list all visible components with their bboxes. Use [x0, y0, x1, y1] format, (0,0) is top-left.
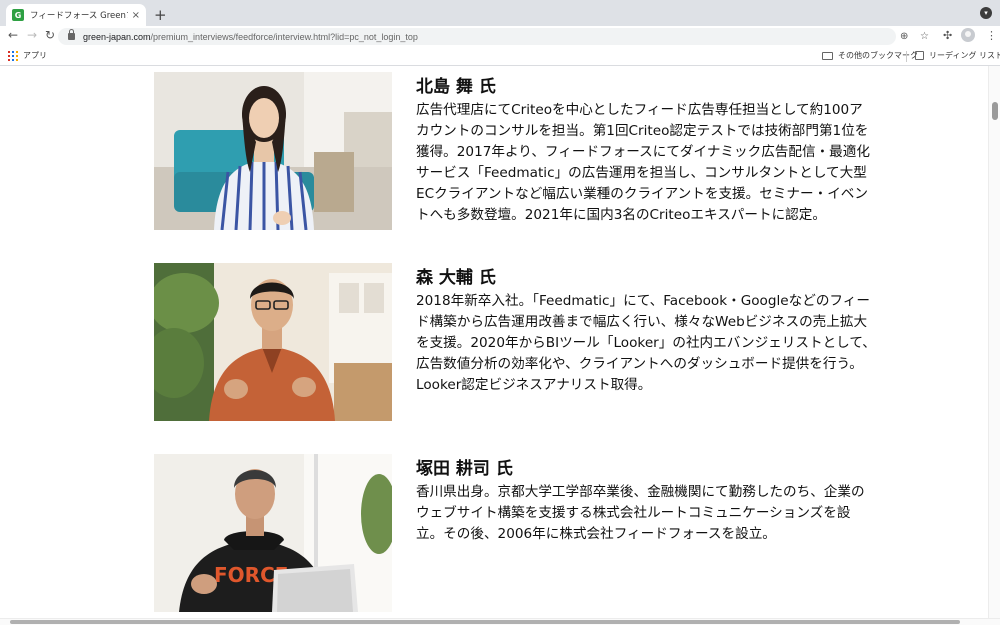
person-bio: 広告代理店にてCriteoを中心としたフィード広告専任担当として約100アカウン… — [416, 102, 870, 223]
bookmarks-divider — [906, 51, 907, 62]
browser-toolbar: ← → ↻ green-japan.com/premium_interviews… — [0, 26, 1000, 46]
tab-title: フィードフォース Greenプレミアム — [30, 11, 128, 21]
menu-icon[interactable]: ⋮ — [986, 29, 997, 42]
folder-icon — [822, 51, 833, 60]
tab-strip: G フィードフォース Greenプレミアム × + ▾ — [0, 0, 1000, 26]
forward-button[interactable]: → — [27, 28, 37, 42]
profile-photo — [154, 72, 392, 230]
profile-photo: FORCE — [154, 454, 392, 612]
apps-shortcut[interactable]: アプリ — [8, 50, 47, 61]
reading-list-label: リーディング リスト — [929, 51, 1000, 60]
extensions-icon[interactable]: ✣ — [943, 29, 952, 42]
back-button[interactable]: ← — [8, 28, 18, 42]
apps-grid-icon — [8, 50, 18, 61]
page-content: 北島 舞 氏 広告代理店にてCriteoを中心としたフィード広告専任担当として約… — [0, 66, 988, 618]
other-bookmarks[interactable]: その他のブックマーク — [822, 50, 918, 61]
green-favicon-icon: G — [12, 9, 24, 21]
person-name: 塚田 耕司 氏 — [416, 459, 513, 479]
vertical-scrollbar[interactable] — [988, 66, 1000, 618]
tab-close-icon[interactable]: × — [132, 10, 140, 21]
zoom-icon[interactable]: ⊕ — [900, 31, 908, 42]
address-bar[interactable]: green-japan.com/premium_interviews/feedf… — [58, 28, 929, 45]
reload-button[interactable]: ↻ — [45, 28, 55, 42]
person-name: 森 大輔 氏 — [416, 268, 496, 288]
profile-photo — [154, 263, 392, 421]
vertical-scroll-thumb[interactable] — [992, 102, 998, 120]
url-host: green-japan.com — [83, 31, 151, 42]
url-text: green-japan.com/premium_interviews/feedf… — [83, 32, 418, 42]
browser-tab[interactable]: G フィードフォース Greenプレミアム × — [6, 4, 146, 26]
tab-search-icon[interactable]: ▾ — [980, 7, 992, 19]
bookmarks-bar: アプリ その他のブックマーク リーディング リスト — [0, 46, 1000, 66]
horizontal-scroll-thumb[interactable] — [10, 620, 960, 624]
horizontal-scrollbar[interactable] — [0, 618, 1000, 625]
url-path: /premium_interviews/feedforce/interview.… — [150, 31, 418, 42]
person-bio: 2018年新卒入社。「Feedmatic」にて、Facebook・Googleな… — [416, 293, 876, 393]
bookmark-star-icon[interactable]: ☆ — [920, 31, 929, 42]
apps-label: アプリ — [23, 51, 47, 60]
reading-list-icon — [915, 51, 924, 60]
person-bio: 香川県出身。京都大学工学部卒業後、金融機関にて勤務したのち、企業のウェブサイト構… — [416, 484, 865, 542]
profile-avatar[interactable] — [961, 28, 975, 42]
lock-icon — [68, 29, 75, 40]
person-name: 北島 舞 氏 — [416, 77, 496, 97]
new-tab-button[interactable]: + — [154, 6, 167, 24]
reading-list[interactable]: リーディング リスト — [915, 50, 1000, 61]
